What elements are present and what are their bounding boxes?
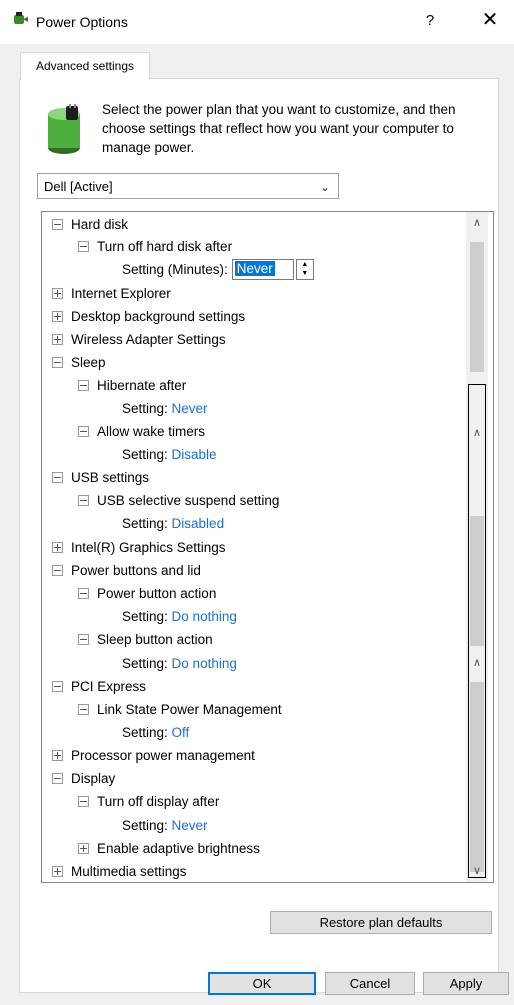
setting-hard-disk-minutes: Setting (Minutes): Never ▲ ▼: [122, 258, 314, 281]
tree-node-usb-settings[interactable]: USB settings: [52, 467, 149, 489]
tree-node-usb-selective-suspend[interactable]: USB selective suspend setting: [78, 490, 279, 512]
tree-node-processor-power[interactable]: Processor power management: [52, 745, 255, 767]
tree-node-sleep[interactable]: Sleep: [52, 352, 106, 374]
vertical-scrollbar[interactable]: ∧ ∧ ∧ ∨: [466, 212, 488, 882]
setting-value-link[interactable]: Never: [172, 818, 208, 833]
tree-node-internet-explorer[interactable]: Internet Explorer: [52, 283, 171, 305]
apply-button[interactable]: Apply: [423, 972, 509, 995]
setting-value-link[interactable]: Off: [172, 725, 190, 740]
expand-icon[interactable]: [52, 865, 63, 877]
close-button[interactable]: ✕: [478, 9, 502, 31]
tree-node-multimedia[interactable]: Multimedia settings: [52, 861, 187, 882]
tree-node-desktop-background[interactable]: Desktop background settings: [52, 306, 245, 328]
settings-tree[interactable]: Hard disk Turn off hard disk after Setti…: [41, 211, 494, 883]
setting-value-link[interactable]: Disabled: [172, 516, 225, 531]
tree-node-power-buttons[interactable]: Power buttons and lid: [52, 560, 201, 582]
setting-display-off: Setting: Never: [122, 818, 208, 833]
setting-value-link[interactable]: Never: [172, 401, 208, 416]
scroll-up-icon[interactable]: ∧: [466, 216, 488, 229]
collapse-icon[interactable]: [52, 218, 63, 230]
setting-hibernate: Setting: Never: [122, 401, 208, 416]
setting-link-state: Setting: Off: [122, 725, 190, 740]
cancel-button[interactable]: Cancel: [325, 972, 415, 995]
tree-node-hard-disk[interactable]: Hard disk: [52, 214, 128, 236]
tree-node-wireless-adapter[interactable]: Wireless Adapter Settings: [52, 329, 226, 351]
setting-sleep-button: Setting: Do nothing: [122, 656, 237, 671]
expand-icon[interactable]: [78, 842, 89, 854]
scroll-down-icon[interactable]: ∨: [466, 864, 488, 877]
setting-wake-timers: Setting: Disable: [122, 447, 217, 462]
tree-node-adaptive-brightness[interactable]: Enable adaptive brightness: [78, 838, 260, 860]
setting-power-button: Setting: Do nothing: [122, 609, 237, 624]
setting-usb-suspend: Setting: Disabled: [122, 516, 225, 531]
expand-icon[interactable]: [52, 541, 63, 553]
tree-node-turn-off-display[interactable]: Turn off display after: [78, 791, 219, 813]
title-bar: Power Options ? ✕: [0, 0, 514, 44]
collapse-icon[interactable]: [78, 240, 89, 252]
scroll-up-icon[interactable]: ∧: [466, 656, 488, 669]
collapse-icon[interactable]: [52, 564, 63, 576]
minutes-spinner[interactable]: ▲ ▼: [295, 258, 314, 280]
restore-defaults-button[interactable]: Restore plan defaults: [270, 911, 492, 934]
collapse-icon[interactable]: [78, 795, 89, 807]
scrollbar-segment[interactable]: [470, 516, 484, 646]
power-plan-dropdown[interactable]: Dell [Active] ⌄: [37, 173, 339, 199]
setting-value-link[interactable]: Disable: [172, 447, 217, 462]
description-text: Select the power plan that you want to c…: [102, 102, 456, 155]
tree-node-power-button-action[interactable]: Power button action: [78, 583, 216, 605]
collapse-icon[interactable]: [78, 587, 89, 599]
minutes-input[interactable]: Never: [231, 258, 294, 280]
battery-plug-icon: [44, 104, 88, 159]
scrollbar-thumb[interactable]: [470, 242, 484, 372]
tree-node-allow-wake-timers[interactable]: Allow wake timers: [78, 421, 205, 443]
setting-value-link[interactable]: Do nothing: [172, 656, 237, 671]
tree-node-intel-graphics[interactable]: Intel(R) Graphics Settings: [52, 537, 226, 559]
collapse-icon[interactable]: [78, 425, 89, 437]
collapse-icon[interactable]: [52, 471, 63, 483]
collapse-icon[interactable]: [78, 494, 89, 506]
scrollbar-segment[interactable]: [470, 682, 484, 872]
tree-node-pci-express[interactable]: PCI Express: [52, 676, 146, 698]
tab-advanced-settings[interactable]: Advanced settings: [20, 52, 150, 80]
chevron-down-icon: ⌄: [319, 180, 330, 194]
expand-icon[interactable]: [52, 333, 63, 345]
collapse-icon[interactable]: [52, 772, 63, 784]
tree-node-link-state-power[interactable]: Link State Power Management: [78, 699, 282, 721]
setting-value-link[interactable]: Do nothing: [172, 609, 237, 624]
collapse-icon[interactable]: [78, 633, 89, 645]
tree-node-sleep-button-action[interactable]: Sleep button action: [78, 629, 213, 651]
collapse-icon[interactable]: [78, 379, 89, 391]
tree-node-display[interactable]: Display: [52, 768, 115, 790]
ok-button[interactable]: OK: [208, 972, 316, 995]
expand-icon[interactable]: [52, 749, 63, 761]
collapse-icon[interactable]: [52, 680, 63, 692]
collapse-icon[interactable]: [78, 703, 89, 715]
expand-icon[interactable]: [52, 287, 63, 299]
window-title: Power Options: [36, 14, 128, 30]
tree-node-hibernate-after[interactable]: Hibernate after: [78, 375, 186, 397]
power-options-icon: [11, 10, 29, 31]
power-plan-selected: Dell [Active]: [44, 179, 113, 194]
scroll-up-icon[interactable]: ∧: [466, 426, 488, 439]
collapse-icon[interactable]: [52, 356, 63, 368]
expand-icon[interactable]: [52, 310, 63, 322]
tree-node-turn-off-hard-disk[interactable]: Turn off hard disk after: [78, 236, 232, 258]
help-button[interactable]: ?: [420, 12, 440, 29]
